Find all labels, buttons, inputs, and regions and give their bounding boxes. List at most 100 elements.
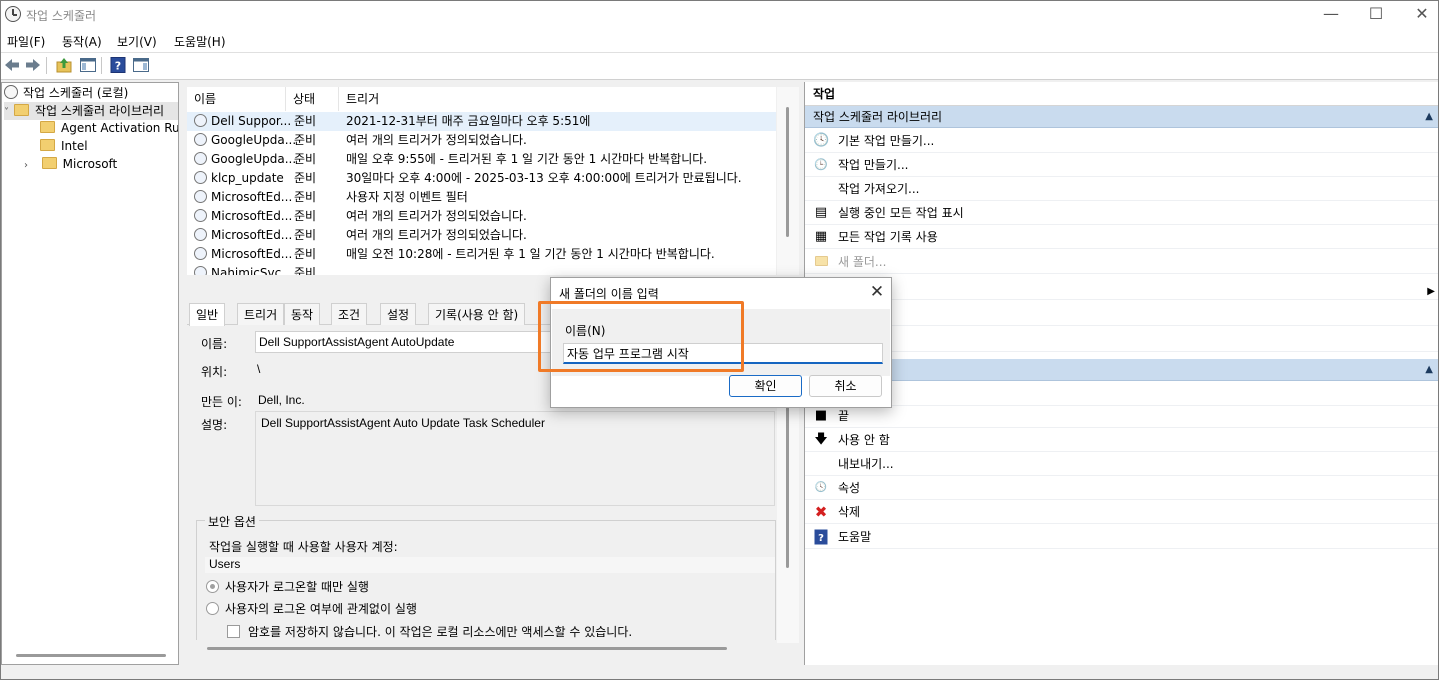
toolbar-separator bbox=[101, 57, 102, 74]
back-arrow-icon[interactable] bbox=[3, 56, 21, 74]
action-help-selected[interactable]: ? 도움말 bbox=[805, 525, 1438, 549]
column-header-status[interactable]: 상태 bbox=[286, 87, 339, 111]
tree-library[interactable]: ˅ 작업 스케줄러 라이브러리 bbox=[4, 102, 178, 120]
action-import-task[interactable]: 작업 가져오기... bbox=[805, 177, 1438, 201]
checkbox[interactable] bbox=[227, 625, 240, 638]
table-row[interactable]: MicrosoftEd... 준비 사용자 지정 이벤트 필터 bbox=[187, 188, 776, 207]
table-row[interactable]: Dell Suppor... 준비 2021-12-31부터 매주 금요일마다 … bbox=[187, 112, 776, 131]
collapse-up-icon[interactable]: ▲ bbox=[1425, 359, 1433, 381]
actions-pane: 작업 작업 스케줄러 라이브러리 ▲ 🕓 기본 작업 만들기... 🕒 작업 만들기… bbox=[804, 82, 1438, 665]
menu-help[interactable]: 도움말(H) bbox=[174, 33, 226, 50]
up-folder-icon[interactable] bbox=[55, 56, 73, 74]
horizontal-scrollbar[interactable] bbox=[16, 654, 166, 657]
action-delete[interactable]: ✖ 삭제 bbox=[805, 500, 1438, 524]
radio-button[interactable] bbox=[206, 580, 219, 593]
close-icon[interactable]: ✕ bbox=[865, 280, 889, 304]
menu-view[interactable]: 보기(V) bbox=[117, 33, 157, 50]
table-row[interactable]: GoogleUpda... 준비 매일 오후 9:55에 - 트리거된 후 1 … bbox=[187, 150, 776, 169]
tab-history[interactable]: 기록(사용 안 함) bbox=[428, 303, 526, 325]
table-row[interactable]: NahimicSvc... 준비 bbox=[187, 264, 776, 275]
basic-task-icon: 🕓 bbox=[813, 133, 830, 148]
scrollbar-thumb[interactable] bbox=[207, 647, 727, 650]
do-not-store-password[interactable]: 암호를 저장하지 않습니다. 이 작업은 로컬 리소스에만 액세스할 수 있습니… bbox=[227, 623, 632, 640]
tree-root[interactable]: 작업 스케줄러 (로컬) bbox=[4, 84, 128, 102]
new-folder-dialog: 새 폴더의 이름 입력 ✕ 이름(N) 확인 취소 bbox=[550, 277, 892, 408]
column-header-trigger[interactable]: 트리거 bbox=[339, 87, 776, 111]
action-help[interactable] bbox=[805, 328, 1438, 352]
table-row[interactable]: MicrosoftEd... 준비 여러 개의 트리거가 정의되었습니다. bbox=[187, 226, 776, 245]
actions-section-selected[interactable]: ▲ bbox=[805, 359, 1438, 381]
folder-name-input[interactable] bbox=[563, 343, 883, 364]
table-row[interactable]: MicrosoftEd... 준비 매일 오전 10:28에 - 트리거된 후 … bbox=[187, 245, 776, 264]
tab-actions[interactable]: 동작 bbox=[284, 303, 321, 325]
tab-settings[interactable]: 설정 bbox=[380, 303, 417, 325]
tree-item-intel[interactable]: Intel bbox=[40, 139, 88, 157]
task-status: 준비 bbox=[294, 190, 317, 204]
close-button[interactable]: ✕ bbox=[1399, 1, 1439, 29]
action-label: 작업 만들기... bbox=[838, 158, 909, 172]
action-label: 도움말 bbox=[838, 530, 872, 544]
window-title: 작업 스케줄러 bbox=[26, 9, 97, 23]
actions-section-library[interactable]: 작업 스케줄러 라이브러리 ▲ bbox=[805, 106, 1438, 128]
column-header-name[interactable]: 이름 bbox=[187, 87, 286, 111]
action-end[interactable]: ■ 끝 bbox=[805, 404, 1438, 428]
action-properties[interactable]: 🕓 속성 bbox=[805, 476, 1438, 500]
cancel-button[interactable]: 취소 bbox=[809, 375, 882, 397]
chevron-down-icon[interactable]: ˅ bbox=[4, 107, 14, 118]
action-pane-icon[interactable] bbox=[132, 56, 150, 74]
action-run[interactable] bbox=[805, 382, 1438, 406]
radio-label: 사용자의 로그온 여부에 관계없이 실행 bbox=[225, 602, 417, 616]
description-field[interactable]: Dell SupportAssistAgent Auto Update Task… bbox=[255, 411, 775, 506]
security-options-title: 보안 옵션 bbox=[205, 513, 259, 530]
delete-icon: ✖ bbox=[814, 503, 828, 521]
help-icon[interactable]: ? bbox=[109, 56, 127, 74]
task-list-scrollbar[interactable] bbox=[777, 87, 799, 275]
console-tree-icon[interactable] bbox=[79, 56, 97, 74]
menu-action[interactable]: 동작(A) bbox=[62, 33, 102, 50]
table-row[interactable]: GoogleUpda... 준비 여러 개의 트리거가 정의되었습니다. bbox=[187, 131, 776, 150]
radio-button[interactable] bbox=[206, 602, 219, 615]
menu-file[interactable]: 파일(F) bbox=[7, 33, 45, 50]
action-view[interactable]: ▶ bbox=[805, 276, 1438, 300]
action-label: 삭제 bbox=[838, 505, 861, 519]
action-export[interactable]: 내보내기... bbox=[805, 452, 1438, 476]
task-name: Dell Suppor... bbox=[211, 114, 292, 128]
radio-logged-on[interactable]: 사용자가 로그온할 때만 실행 bbox=[206, 578, 369, 595]
tab-triggers[interactable]: 트리거 bbox=[237, 303, 285, 325]
forward-arrow-icon[interactable] bbox=[24, 56, 42, 74]
scrollbar-thumb[interactable] bbox=[786, 107, 789, 237]
details-horizontal-scrollbar[interactable] bbox=[187, 643, 776, 655]
tab-conditions[interactable]: 조건 bbox=[331, 303, 368, 325]
action-new-folder[interactable]: 새 폴더... bbox=[805, 250, 1438, 274]
maximize-button[interactable]: ☐ bbox=[1353, 1, 1399, 29]
task-icon bbox=[194, 247, 207, 260]
action-create-basic-task[interactable]: 🕓 기본 작업 만들기... bbox=[805, 129, 1438, 153]
ok-button[interactable]: 확인 bbox=[729, 375, 802, 397]
action-label: 기본 작업 만들기... bbox=[838, 134, 935, 148]
action-disable[interactable]: 🡇 사용 안 함 bbox=[805, 428, 1438, 452]
action-show-running-tasks[interactable]: ▤ 실행 중인 모든 작업 표시 bbox=[805, 201, 1438, 225]
console-tree: 작업 스케줄러 (로컬) ˅ 작업 스케줄러 라이브러리 Agent Activa… bbox=[1, 82, 179, 665]
radio-whether-logged-on[interactable]: 사용자의 로그온 여부에 관계없이 실행 bbox=[206, 600, 417, 617]
tree-item-agent-activation[interactable]: Agent Activation Run bbox=[40, 121, 178, 139]
action-refresh[interactable] bbox=[805, 302, 1438, 326]
checkbox-label: 암호를 저장하지 않습니다. 이 작업은 로컬 리소스에만 액세스할 수 있습니… bbox=[248, 625, 633, 639]
description-label: 설명: bbox=[201, 418, 228, 432]
svg-text:?: ? bbox=[115, 60, 121, 73]
collapse-up-icon[interactable]: ▲ bbox=[1425, 106, 1433, 128]
tree-item-microsoft[interactable]: › Microsoft bbox=[24, 157, 117, 175]
chevron-right-icon[interactable]: › bbox=[24, 160, 34, 171]
folder-icon bbox=[40, 121, 55, 133]
minimize-button[interactable]: — bbox=[1308, 1, 1354, 29]
app-window: 작업 스케줄러 — ☐ ✕ 파일(F) 동작(A) 보기(V) 도움말(H) ?… bbox=[0, 0, 1439, 680]
history-icon: ▦ bbox=[814, 229, 828, 244]
name-label: 이름: bbox=[201, 337, 228, 351]
task-icon bbox=[194, 266, 207, 275]
table-row[interactable]: MicrosoftEd... 준비 여러 개의 트리거가 정의되었습니다. bbox=[187, 207, 776, 226]
table-row[interactable]: klcp_update 준비 30일마다 오후 4:00에 - 2025-03-… bbox=[187, 169, 776, 188]
task-icon bbox=[194, 190, 207, 203]
action-create-task[interactable]: 🕒 작업 만들기... bbox=[805, 153, 1438, 177]
tab-general[interactable]: 일반 bbox=[189, 303, 226, 326]
action-enable-history[interactable]: ▦ 모든 작업 기록 사용 bbox=[805, 225, 1438, 249]
folder-clock-icon bbox=[14, 104, 29, 116]
